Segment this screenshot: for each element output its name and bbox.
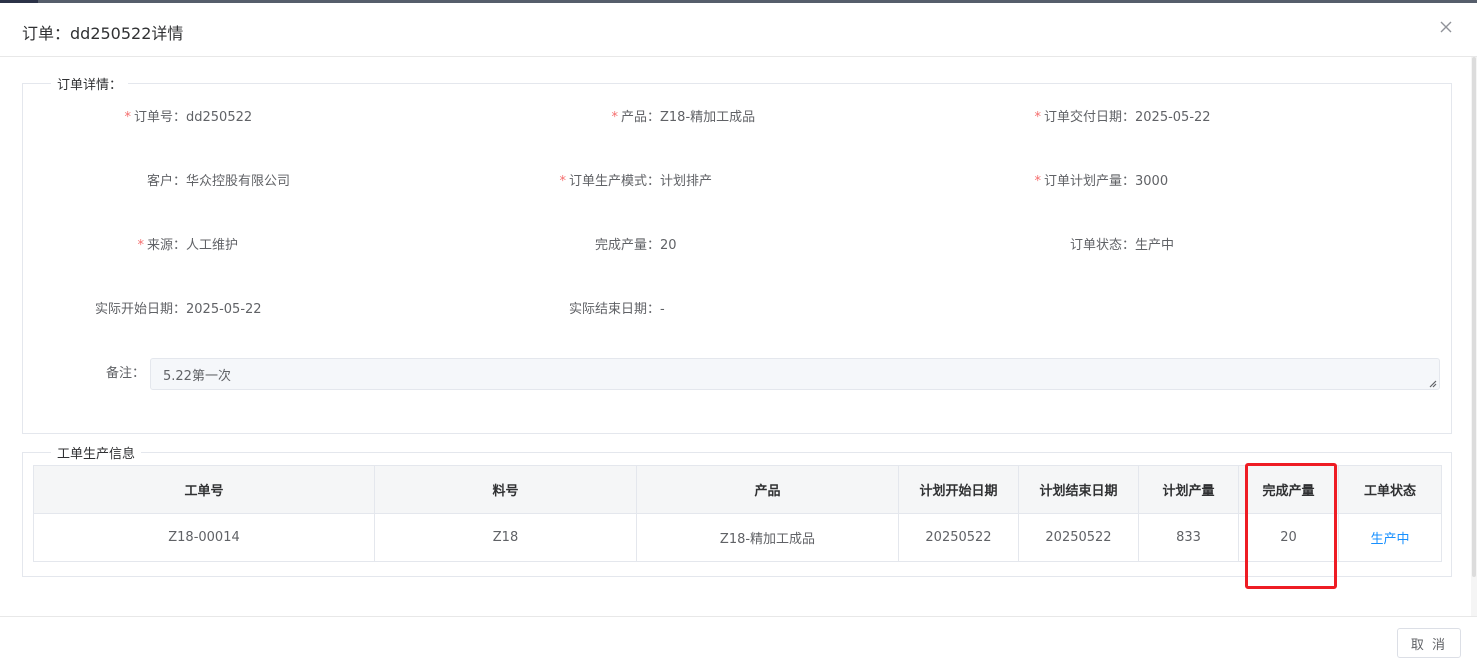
- field-actual-start: 实际开始日期： 2025-05-22: [95, 300, 262, 320]
- col-header-product: 产品: [636, 465, 899, 514]
- cell-workorder-no: Z18-00014: [33, 513, 375, 562]
- completed-qty-value: 20: [660, 238, 677, 253]
- annotation-highlight-box: [1245, 463, 1337, 589]
- table-row: Z18-00014 Z18 Z18-精加工成品 20250522 2025052…: [33, 513, 1442, 562]
- col-header-workorder-status: 工单状态: [1338, 465, 1442, 514]
- actual-end-value: -: [660, 302, 665, 317]
- planned-qty-value: 3000: [1135, 174, 1169, 189]
- actual-start-label: 实际开始日期：: [94, 302, 186, 317]
- delivery-date-value: 2025-05-22: [1135, 110, 1211, 125]
- required-marker: *: [559, 174, 566, 189]
- field-source: * 来源： 人工维护: [137, 236, 239, 256]
- required-marker: *: [1034, 110, 1041, 125]
- required-marker: *: [137, 238, 144, 253]
- dialog-title: 订单：dd250522详情: [22, 24, 184, 43]
- field-customer: 客户： 华众控股有限公司: [147, 172, 291, 192]
- col-header-planned-start: 计划开始日期: [898, 465, 1019, 514]
- required-marker: *: [611, 110, 618, 125]
- order-status-value: 生产中: [1135, 238, 1175, 253]
- field-actual-end: 实际结束日期： -: [569, 300, 665, 320]
- order-no-value: dd250522: [186, 110, 253, 125]
- product-value: Z18-精加工成品: [660, 110, 756, 125]
- remark-value: 5.22第一次: [163, 369, 231, 384]
- table-header-row: 工单号 料号 产品 计划开始日期 计划结束日期 计划产量 完成产量 工单状态: [33, 465, 1442, 514]
- remark-label: 备注：: [105, 366, 145, 381]
- cancel-button[interactable]: 取 消: [1397, 628, 1461, 658]
- field-product: * 产品： Z18-精加工成品: [611, 108, 756, 128]
- cell-workorder-status-link[interactable]: 生产中: [1338, 513, 1442, 562]
- col-header-planned-end: 计划结束日期: [1018, 465, 1139, 514]
- resize-grip-icon[interactable]: [1427, 377, 1437, 388]
- col-header-workorder-no: 工单号: [33, 465, 375, 514]
- cell-product: Z18-精加工成品: [636, 513, 899, 562]
- cell-planned-end: 20250522: [1018, 513, 1139, 562]
- production-mode-value: 计划排产: [660, 174, 713, 189]
- required-marker: *: [1034, 174, 1041, 189]
- field-planned-qty: * 订单计划产量： 3000: [1034, 172, 1169, 192]
- cell-planned-qty: 833: [1138, 513, 1239, 562]
- remark-textarea[interactable]: 5.22第一次: [150, 358, 1440, 390]
- col-header-planned-qty: 计划产量: [1138, 465, 1239, 514]
- field-delivery-date: * 订单交付日期： 2025-05-22: [1034, 108, 1211, 128]
- order-status-label: 订单状态：: [1069, 238, 1135, 253]
- cell-planned-start: 20250522: [898, 513, 1019, 562]
- close-icon[interactable]: [1437, 18, 1455, 36]
- field-order-no: * 订单号： dd250522: [124, 108, 253, 128]
- field-completed-qty: 完成产量： 20: [595, 236, 677, 256]
- required-marker: *: [124, 110, 131, 125]
- order-detail-dialog: 订单：dd250522详情 订单详情： * 订单号： dd250522 * 产品： …: [0, 3, 1477, 667]
- planned-qty-label: 订单计划产量：: [1043, 174, 1135, 189]
- production-mode-label: 订单生产模式：: [568, 174, 660, 189]
- completed-qty-label: 完成产量：: [594, 238, 660, 253]
- dialog-scrollbar[interactable]: [1471, 57, 1477, 617]
- scrollbar-thumb[interactable]: [1472, 57, 1476, 577]
- source-value: 人工维护: [186, 238, 239, 253]
- delivery-date-label: 订单交付日期：: [1043, 110, 1135, 125]
- workorder-legend: 工单生产信息: [57, 447, 136, 462]
- dialog-header: 订单：dd250522详情: [0, 3, 1477, 57]
- source-label: 来源：: [146, 238, 186, 253]
- field-order-status: 订单状态： 生产中: [1070, 236, 1175, 256]
- customer-label: 客户：: [146, 174, 186, 189]
- dialog-footer: 取 消: [0, 616, 1477, 670]
- workorder-table: 工单号 料号 产品 计划开始日期 计划结束日期 计划产量 完成产量 工单状态 Z…: [33, 465, 1442, 562]
- field-production-mode: * 订单生产模式： 计划排产: [559, 172, 713, 192]
- actual-end-label: 实际结束日期：: [568, 302, 660, 317]
- customer-value: 华众控股有限公司: [186, 174, 291, 189]
- order-details-legend: 订单详情：: [57, 78, 123, 93]
- order-no-label: 订单号：: [133, 110, 186, 125]
- cell-material-no: Z18: [374, 513, 637, 562]
- actual-start-value: 2025-05-22: [186, 302, 262, 317]
- product-label: 产品：: [620, 110, 660, 125]
- col-header-material-no: 料号: [374, 465, 637, 514]
